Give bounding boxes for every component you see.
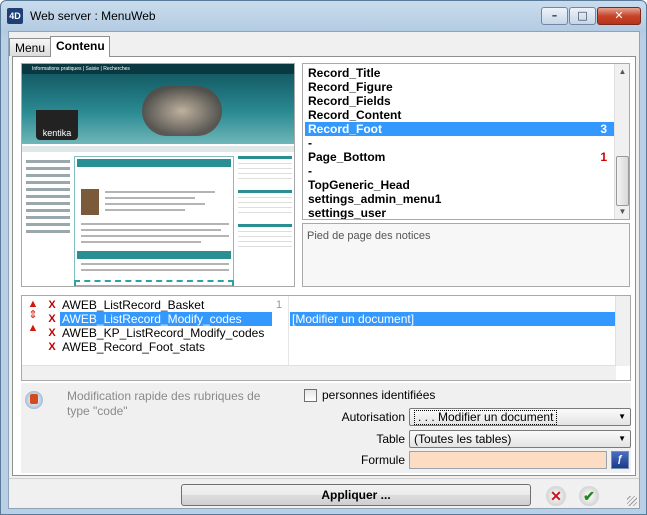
- list-item-selected[interactable]: Record_Foot 3: [305, 122, 619, 136]
- web-page-preview: Informations pratiques | Saisie | Recher…: [21, 63, 295, 287]
- list-item[interactable]: Record_Fields: [305, 94, 619, 108]
- tab-contenu[interactable]: Contenu: [50, 36, 110, 57]
- preview-selected-zone: [74, 280, 234, 286]
- cancel-icon[interactable]: ✕: [546, 486, 566, 506]
- autorisation-label: Autorisation: [341, 410, 405, 424]
- preview-left-menu: [26, 156, 70, 246]
- list-item[interactable]: Record_Title: [305, 66, 619, 80]
- close-button[interactable]: ✕: [597, 7, 641, 25]
- preview-header-banner: Informations pratiques | Saisie | Recher…: [22, 64, 294, 144]
- formule-label: Formule: [360, 453, 405, 467]
- list-item[interactable]: Record_Figure: [305, 80, 619, 94]
- scroll-thumb[interactable]: [616, 156, 629, 206]
- method-settings-form: Modification rapide des rubriques de typ…: [21, 383, 631, 473]
- validate-icon[interactable]: ✔: [579, 486, 599, 506]
- list-item[interactable]: Record_Content: [305, 108, 619, 122]
- method-list-scrollbar[interactable]: [615, 296, 630, 366]
- preview-book-image: [81, 189, 99, 215]
- preview-main-content: [74, 156, 234, 286]
- tab-menu[interactable]: Menu: [9, 38, 51, 56]
- title-bar[interactable]: 4D Web server : MenuWeb – □ ✕: [1, 1, 646, 31]
- list-item[interactable]: settings_admin_menu1: [305, 192, 619, 206]
- list-item[interactable]: TopGeneric_Head: [305, 178, 619, 192]
- minimize-button[interactable]: –: [541, 7, 568, 25]
- maximize-button[interactable]: □: [569, 7, 596, 25]
- contenu-panel: Informations pratiques | Saisie | Recher…: [12, 56, 636, 476]
- remove-icon[interactable]: X: [46, 298, 58, 312]
- method-list-hscrollbar[interactable]: [22, 365, 616, 380]
- preview-topbar: Informations pratiques | Saisie | Recher…: [22, 64, 294, 74]
- formula-editor-icon[interactable]: ƒ: [611, 451, 629, 469]
- list-item[interactable]: -: [305, 136, 619, 150]
- window-client-area: Menu Contenu Informations pratiques | Sa…: [8, 31, 640, 509]
- table-select[interactable]: (Toutes les tables) ▼: [409, 430, 631, 448]
- footer-divider: [9, 478, 639, 479]
- preview-banner-image: [142, 86, 222, 136]
- remove-icon[interactable]: X: [46, 340, 58, 354]
- zone-description[interactable]: Pied de page des notices: [302, 223, 630, 287]
- apply-button[interactable]: Appliquer ...: [181, 484, 531, 506]
- scroll-down-icon[interactable]: ▼: [615, 204, 629, 219]
- record-zone-list[interactable]: Record_Title Record_Figure Record_Fields…: [302, 63, 630, 220]
- formule-field[interactable]: [409, 451, 607, 469]
- autorisation-select[interactable]: . . . Modifier un document ▼: [409, 408, 631, 426]
- chevron-down-icon: ▼: [618, 412, 626, 421]
- record-list-scrollbar[interactable]: ▲ ▼: [614, 64, 629, 219]
- web-server-window: 4D Web server : MenuWeb – □ ✕ Menu Conte…: [0, 0, 647, 515]
- preview-right-column: [238, 156, 292, 286]
- window-title: Web server : MenuWeb: [30, 9, 156, 23]
- table-row[interactable]: X AWEB_Record_Foot_stats: [22, 340, 616, 354]
- table-row[interactable]: X AWEB_ListRecord_Basket 1: [22, 298, 616, 312]
- scroll-up-icon[interactable]: ▲: [615, 64, 629, 79]
- list-item[interactable]: settings_user: [305, 206, 619, 219]
- method-info-icon[interactable]: [25, 391, 43, 409]
- method-description: Modification rapide des rubriques de typ…: [67, 389, 261, 418]
- table-label: Table: [376, 432, 405, 446]
- identified-users-checkbox[interactable]: [304, 389, 317, 402]
- identified-users-label: personnes identifiées: [322, 388, 436, 402]
- preview-logo: kentika: [36, 110, 78, 140]
- preview-nav: [22, 146, 294, 152]
- method-list[interactable]: ▲ ⇕ ▲ X AWEB_ListRecord_Basket 1 X AWEB_…: [21, 295, 631, 381]
- remove-icon[interactable]: X: [46, 312, 58, 326]
- table-row-selected[interactable]: X AWEB_ListRecord_Modify_codes [Modifier…: [22, 312, 616, 326]
- list-item[interactable]: Page_Bottom 1: [305, 150, 619, 164]
- remove-icon[interactable]: X: [46, 326, 58, 340]
- app-4d-icon: 4D: [7, 8, 23, 24]
- table-row[interactable]: X AWEB_KP_ListRecord_Modify_codes: [22, 326, 616, 340]
- resize-grip[interactable]: [627, 496, 637, 506]
- chevron-down-icon: ▼: [618, 434, 626, 443]
- list-item[interactable]: -: [305, 164, 619, 178]
